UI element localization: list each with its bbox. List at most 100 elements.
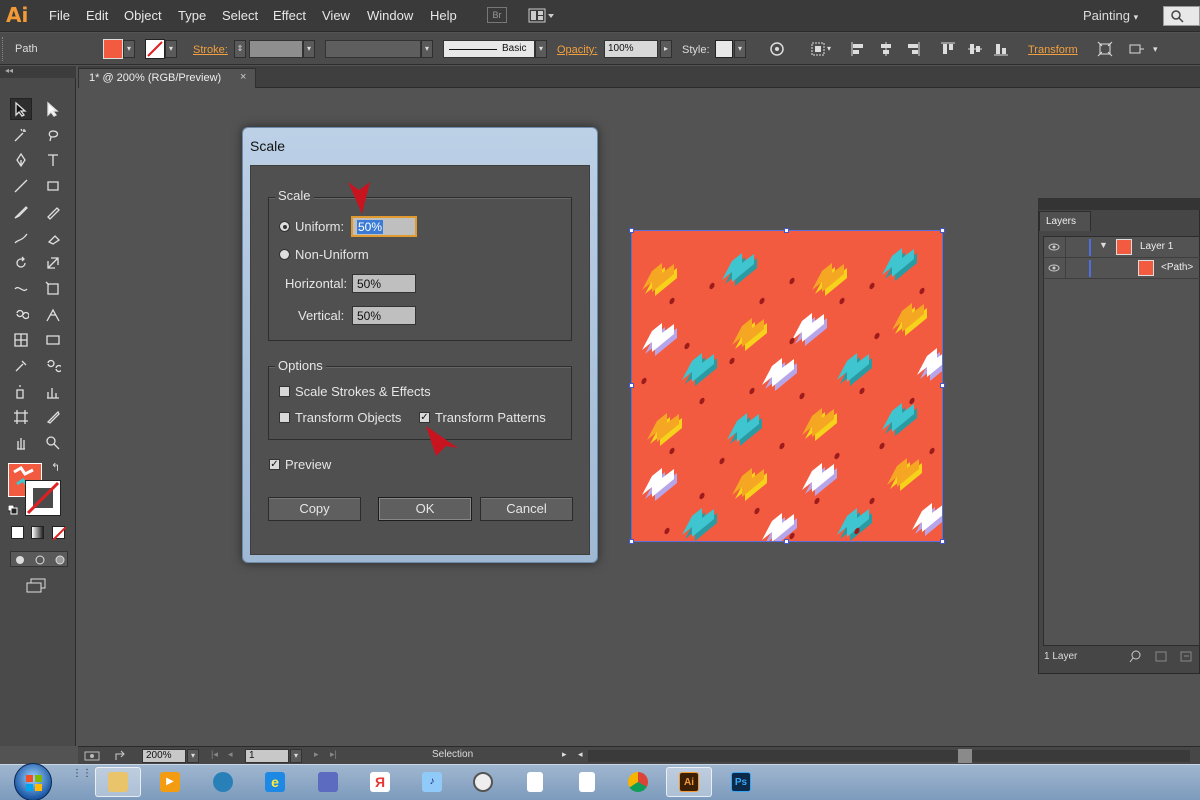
brush-definition-field[interactable]: Basic [443, 40, 535, 58]
graphic-style-dropdown[interactable]: ▾ [734, 40, 746, 58]
color-mode-button[interactable] [11, 526, 24, 539]
taskbar-folder[interactable] [95, 767, 141, 797]
arrange-documents-button[interactable] [528, 8, 556, 23]
status-menu-icon[interactable]: ▸ [562, 749, 567, 760]
horizontal-scrollbar[interactable] [588, 750, 1190, 762]
uniform-input[interactable]: 50% [351, 216, 417, 237]
gradient-mode-button[interactable] [31, 526, 44, 539]
start-button[interactable] [14, 763, 52, 800]
free-transform-tool-button[interactable] [42, 278, 64, 300]
recolor-artwork-icon[interactable] [769, 41, 785, 57]
panel-options-icon[interactable] [1128, 41, 1146, 57]
width-tool-button[interactable] [10, 278, 32, 300]
fill-swatch[interactable] [103, 39, 123, 59]
cancel-button[interactable]: Cancel [480, 497, 573, 521]
taskbar-media-center[interactable] [200, 767, 246, 797]
workspace-switcher[interactable]: Painting ▾ [1083, 8, 1138, 23]
selection-handle[interactable] [629, 383, 634, 388]
layers-tab[interactable]: Layers [1039, 211, 1091, 231]
menu-type[interactable]: Type [178, 8, 206, 23]
magic-wand-tool-button[interactable] [10, 124, 32, 146]
next-artboard-icon[interactable]: ▸ [314, 749, 319, 760]
stroke-weight-field[interactable] [249, 40, 303, 58]
scrollbar-thumb[interactable] [958, 749, 972, 763]
scale-tool-button[interactable] [42, 252, 64, 274]
chevron-down-icon[interactable]: ▾ [1153, 44, 1158, 55]
taskbar-chrome[interactable] [615, 767, 661, 797]
copy-button[interactable]: Copy [268, 497, 361, 521]
shape-builder-tool-button[interactable] [10, 304, 32, 326]
column-graph-tool-button[interactable] [42, 381, 64, 403]
menu-file[interactable]: File [49, 8, 70, 23]
variable-width-field[interactable] [325, 40, 421, 58]
align-to-icon[interactable] [810, 41, 826, 57]
make-clipping-mask-icon[interactable] [1155, 650, 1168, 663]
align-right-icon[interactable] [905, 41, 921, 57]
rectangle-tool-button[interactable] [42, 175, 64, 197]
isolate-icon[interactable] [1097, 41, 1113, 57]
visibility-eye-icon[interactable] [1048, 264, 1060, 272]
swap-fill-stroke-icon[interactable]: ↰ [51, 461, 60, 474]
scroll-left-icon[interactable]: ◂ [578, 749, 583, 760]
first-artboard-icon[interactable]: |◂ [211, 749, 218, 760]
document-tab[interactable]: 1* @ 200% (RGB/Preview) [78, 68, 256, 88]
expand-triangle-icon[interactable]: ▼ [1099, 240, 1108, 250]
brush-dropdown[interactable]: ▾ [535, 40, 547, 58]
align-horizontal-center-icon[interactable] [878, 41, 894, 57]
taskbar-media-player[interactable]: ▶ [147, 767, 193, 797]
menu-object[interactable]: Object [124, 8, 162, 23]
export-icon[interactable] [114, 750, 128, 762]
default-colors-icon[interactable] [7, 504, 18, 515]
stroke-weight-stepper[interactable]: ⇕ [234, 40, 246, 58]
visibility-eye-icon[interactable] [1048, 243, 1060, 251]
selection-handle[interactable] [940, 383, 945, 388]
last-artboard-icon[interactable]: ▸| [330, 749, 337, 760]
layer-name[interactable]: Layer 1 [1140, 241, 1173, 252]
selection-handle[interactable] [940, 539, 945, 544]
opacity-field[interactable]: 100% [604, 40, 658, 58]
selection-tool-button[interactable] [10, 98, 32, 120]
bridge-button[interactable]: Br [487, 7, 507, 23]
stroke-panel-link[interactable]: Stroke: [193, 44, 228, 56]
none-mode-button[interactable] [52, 526, 67, 541]
taskbar-document[interactable] [564, 767, 610, 797]
ok-button[interactable]: OK [378, 497, 472, 521]
type-tool-button[interactable] [42, 149, 64, 171]
taskbar-speaker[interactable]: ♪ [409, 767, 455, 797]
path-name[interactable]: <Path> [1161, 262, 1193, 273]
locate-object-icon[interactable] [1129, 650, 1142, 663]
menu-select[interactable]: Select [222, 8, 258, 23]
opacity-slider-button[interactable]: ▸ [660, 40, 672, 58]
search-input[interactable] [1163, 6, 1200, 26]
transform-objects-checkbox[interactable] [279, 412, 290, 423]
chevron-down-icon[interactable]: ▾ [827, 44, 831, 53]
selection-handle[interactable] [784, 539, 789, 544]
variable-width-dropdown[interactable]: ▾ [421, 40, 433, 58]
gradient-tool-button[interactable] [42, 329, 64, 351]
scale-strokes-checkbox[interactable] [279, 386, 290, 397]
pattern-artwork[interactable] [631, 230, 943, 542]
non-uniform-radio[interactable] [279, 249, 290, 260]
artboard-navigation-icon[interactable] [84, 750, 102, 762]
lasso-tool-button[interactable] [42, 124, 64, 146]
layers-panel-header[interactable] [1038, 198, 1200, 210]
eraser-tool-button[interactable] [42, 227, 64, 249]
transform-panel-link[interactable]: Transform [1028, 44, 1078, 56]
close-icon[interactable]: × [240, 71, 246, 83]
hand-tool-button[interactable] [10, 432, 32, 454]
menu-help[interactable]: Help [430, 8, 457, 23]
menu-effect[interactable]: Effect [273, 8, 306, 23]
layer-row[interactable]: <Path> [1043, 258, 1200, 279]
tools-panel-collapse[interactable]: ◂◂ [0, 66, 76, 78]
selection-handle[interactable] [940, 228, 945, 233]
taskbar-photoshop[interactable]: Ps [718, 767, 764, 797]
eyedropper-tool-button[interactable] [10, 355, 32, 377]
align-top-icon[interactable] [940, 41, 956, 57]
taskbar-circle-app[interactable] [460, 767, 506, 797]
stroke-swatch[interactable] [145, 39, 165, 59]
symbol-sprayer-tool-button[interactable] [10, 381, 32, 403]
fill-dropdown[interactable]: ▾ [123, 40, 135, 58]
preview-checkbox[interactable]: ✓ [269, 459, 280, 470]
create-sublayer-icon[interactable] [1180, 650, 1193, 663]
stroke-color-swatch[interactable] [25, 480, 61, 516]
